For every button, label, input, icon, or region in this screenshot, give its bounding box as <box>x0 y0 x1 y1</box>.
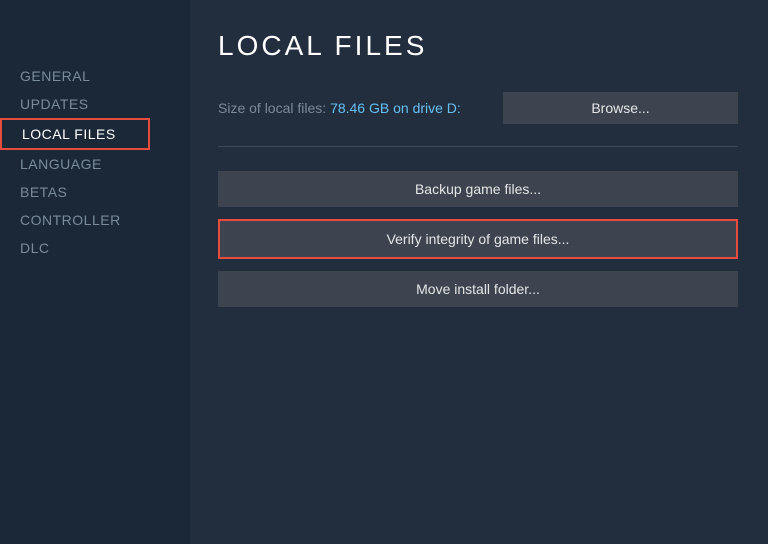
size-label: Size of local files: <box>218 100 326 116</box>
sidebar-item-betas[interactable]: BETAS <box>0 178 190 206</box>
sidebar: GENERAL UPDATES LOCAL FILES LANGUAGE BET… <box>0 0 190 544</box>
sidebar-item-updates[interactable]: UPDATES <box>0 90 190 118</box>
page-title: LOCAL FILES <box>218 30 738 62</box>
sidebar-item-general[interactable]: GENERAL <box>0 62 190 90</box>
browse-button[interactable]: Browse... <box>503 92 738 124</box>
file-info-text: Size of local files: 78.46 GB on drive D… <box>218 100 461 116</box>
file-info-row: Size of local files: 78.46 GB on drive D… <box>218 92 738 124</box>
backup-button[interactable]: Backup game files... <box>218 171 738 207</box>
move-install-button[interactable]: Move install folder... <box>218 271 738 307</box>
sidebar-item-controller[interactable]: CONTROLLER <box>0 206 190 234</box>
divider <box>218 146 738 147</box>
sidebar-item-local-files[interactable]: LOCAL FILES <box>0 118 150 150</box>
sidebar-item-language[interactable]: LANGUAGE <box>0 150 190 178</box>
content-panel: LOCAL FILES Size of local files: 78.46 G… <box>190 0 768 544</box>
size-value: 78.46 GB on drive D: <box>330 100 461 116</box>
sidebar-item-dlc[interactable]: DLC <box>0 234 190 262</box>
verify-integrity-button[interactable]: Verify integrity of game files... <box>218 219 738 259</box>
